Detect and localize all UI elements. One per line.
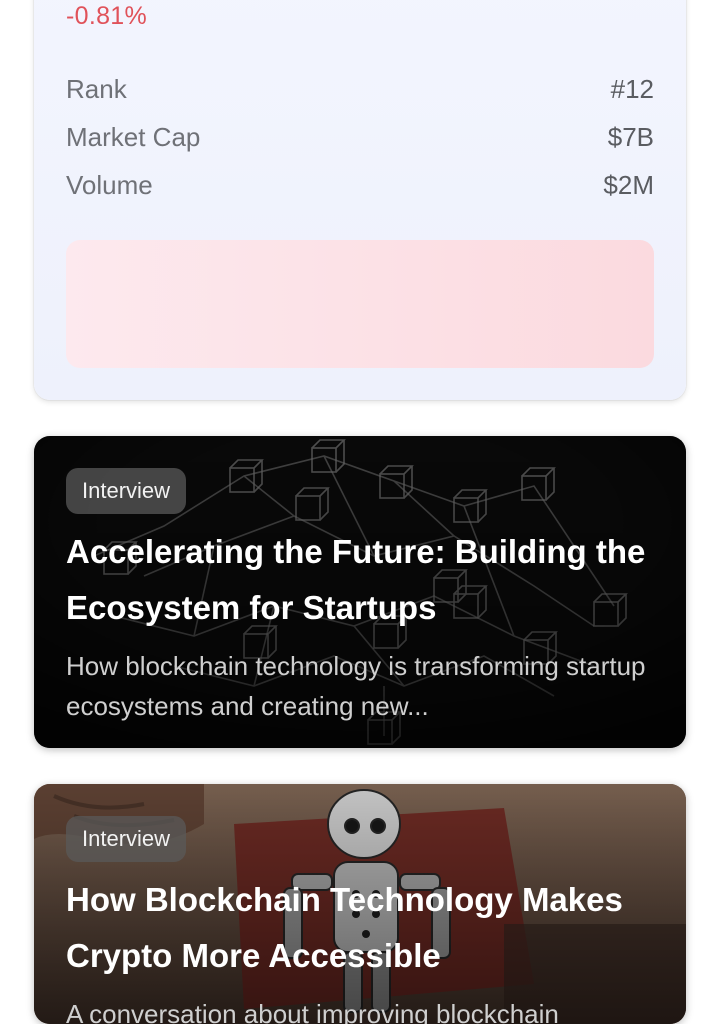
article-title[interactable]: How Blockchain Technology Makes Crypto M… (66, 872, 656, 984)
article-card[interactable]: Interview How Blockchain Technology Make… (34, 784, 686, 1024)
article-description: A conversation about improving blockchai… (66, 999, 559, 1024)
stat-row-volume: Volume $2M (66, 170, 654, 201)
stat-value: $2M (603, 170, 654, 200)
stat-label: Volume (66, 170, 153, 200)
price-change: -0.81% (66, 2, 148, 30)
trade-banner[interactable] (66, 240, 654, 368)
stat-row-market-cap: Market Cap $7B (66, 122, 654, 153)
article-title[interactable]: Accelerating the Future: Building the Ec… (66, 524, 656, 636)
stat-label: Market Cap (66, 122, 201, 152)
article-description: How blockchain technology is transformin… (66, 651, 646, 721)
category-tag[interactable]: Interview (66, 816, 187, 862)
stat-label: Rank (66, 74, 127, 104)
stat-value: $7B (607, 122, 654, 152)
article-content: Interview Accelerating the Future: Build… (66, 468, 656, 726)
stat-value: #12 (610, 74, 654, 104)
coin-stats-card: -0.81% Rank #12 Market Cap $7B Volume $2… (34, 0, 686, 400)
article-content: Interview How Blockchain Technology Make… (66, 816, 656, 1024)
article-card[interactable]: Interview Accelerating the Future: Build… (34, 436, 686, 748)
category-tag[interactable]: Interview (66, 468, 187, 514)
stat-row-rank: Rank #12 (66, 74, 654, 105)
